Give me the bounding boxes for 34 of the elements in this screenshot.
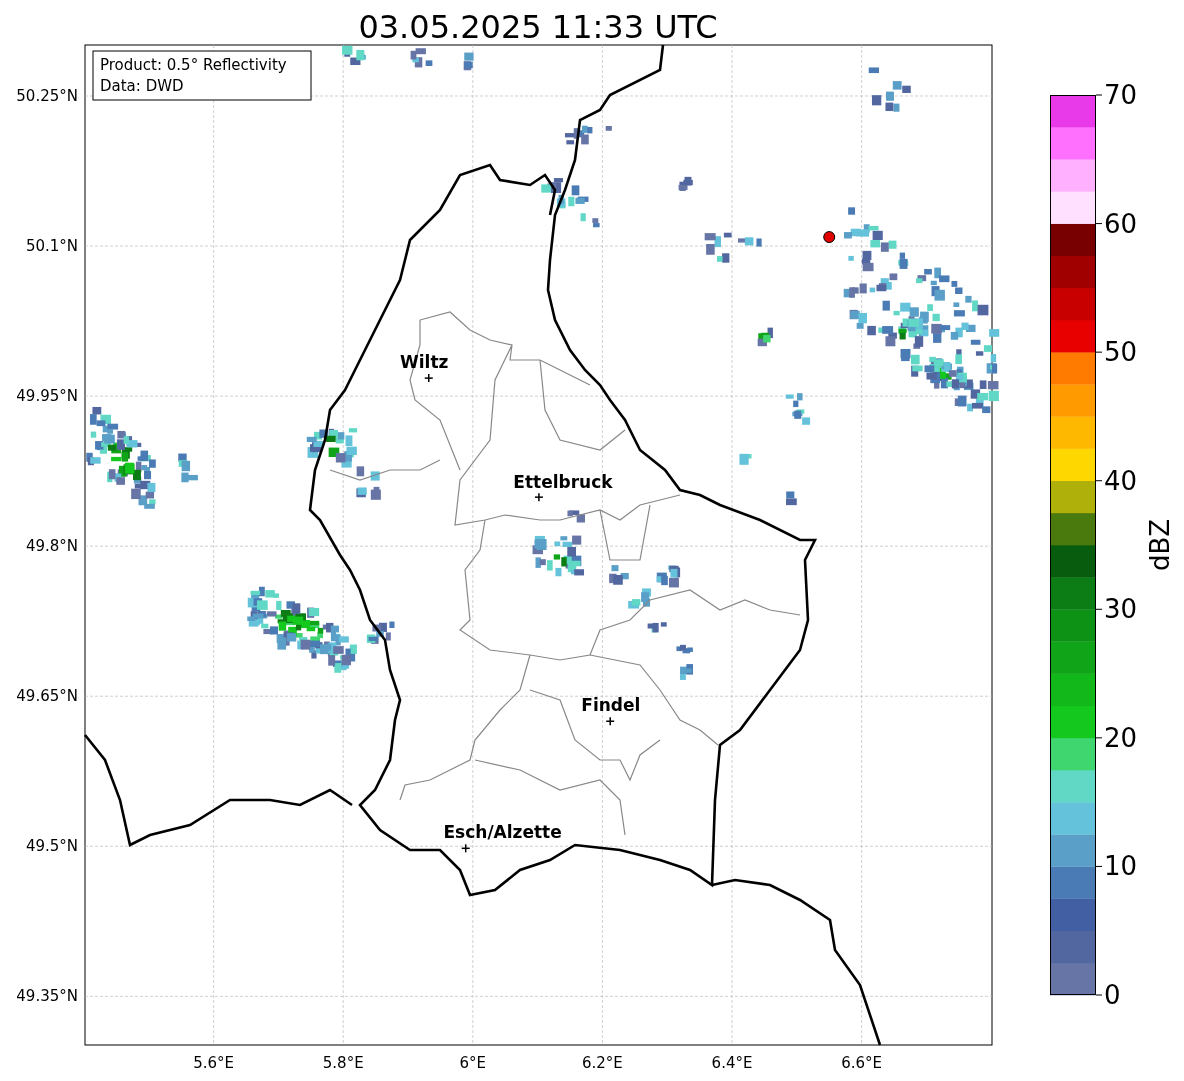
colorbar-label: dBZ	[1145, 518, 1175, 572]
location-dot-icon	[823, 231, 836, 244]
colorbar-tick-label: 60	[1104, 208, 1138, 239]
city-label: Findel	[581, 695, 641, 716]
colorbar-tick-label: 30	[1104, 594, 1138, 625]
colorbar-tick-label: 70	[1104, 80, 1138, 110]
axis-tick-label: 6.6°E	[841, 1054, 883, 1072]
axis-tick-label: 50.1°N	[25, 237, 78, 256]
axis-tick-label: 6.2°E	[582, 1054, 623, 1072]
city-marker-icon	[605, 716, 615, 726]
axis-tick-label: 49.8°N	[25, 537, 78, 556]
axis-tick-label: 5.8°E	[322, 1054, 364, 1072]
city-label: Ettelbruck	[513, 472, 613, 493]
axis-tick-label: 49.95°N	[16, 387, 78, 406]
axis-tick-label: 49.65°N	[16, 687, 78, 706]
info-text: Product: 0.5° Reflectivity	[100, 56, 287, 74]
axis-tick-label: 50.25°N	[16, 87, 78, 105]
city-marker-icon	[424, 373, 434, 383]
city-label: Esch/Alzette	[443, 822, 562, 843]
axis-tick-label: 5.6°E	[193, 1054, 235, 1072]
colorbar-tick-label: 40	[1104, 465, 1138, 496]
plot-title: 03.05.2025 11:33 UTC	[358, 8, 718, 46]
city-marker-icon	[534, 492, 544, 502]
info-text: Data: DWD	[100, 77, 184, 95]
axis-tick-label: 6.4°E	[711, 1054, 753, 1072]
colorbar-tick-label: 0	[1104, 980, 1121, 1010]
city-marker-icon	[460, 843, 471, 854]
axis-tick-label: 49.5°N	[25, 837, 78, 856]
city-label: Wiltz	[400, 352, 449, 373]
colorbar-tick-label: 10	[1104, 851, 1138, 882]
colorbar-tick-label: 50	[1104, 337, 1138, 368]
axis-tick-label: 49.35°N	[16, 987, 78, 1006]
axis-tick-label: 6°E	[459, 1054, 487, 1072]
colorbar-tick-label: 20	[1104, 722, 1138, 753]
